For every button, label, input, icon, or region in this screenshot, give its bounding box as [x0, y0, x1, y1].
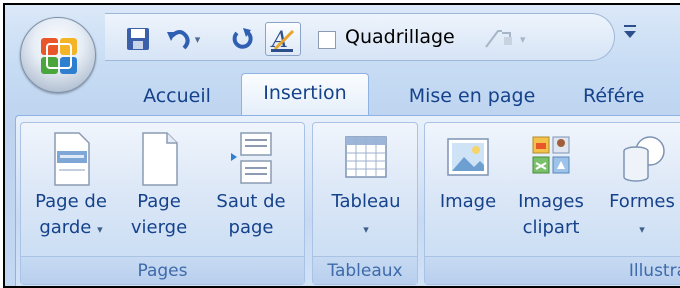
tab-insertion[interactable]: Insertion [241, 73, 369, 117]
shapes-label: Formes [609, 191, 675, 212]
disabled-tool-button: ▾ [482, 26, 540, 52]
text-format-icon: A [270, 28, 295, 53]
ribbon-panel: Page de garde ▾ Page vierge Saut de page… [15, 115, 680, 286]
customize-qat-button[interactable] [620, 19, 640, 45]
save-icon [127, 28, 149, 50]
group-illustrations-label: Illustra [425, 256, 680, 284]
table-icon [345, 136, 387, 178]
page-break-label-line1: Saut de [216, 191, 286, 212]
clipart-icon [532, 136, 570, 174]
text-format-button[interactable]: A [265, 22, 301, 56]
tab-accueil[interactable]: Accueil [125, 77, 229, 117]
grid-checkbox[interactable] [318, 31, 336, 49]
tab-references[interactable]: Référe [583, 77, 680, 117]
clipart-button[interactable]: Images clipart [509, 129, 593, 241]
shapes-button[interactable]: Formes ▾ [599, 129, 680, 243]
clipart-label-line2: clipart [522, 217, 580, 238]
blank-page-button[interactable]: Page vierge [121, 129, 197, 241]
chevron-down-icon [624, 25, 636, 38]
group-illustrations: Image Images clipart Formes ▾ Illustr [424, 122, 680, 285]
table-label: Tableau [331, 191, 401, 212]
group-tableaux-label: Tableaux [313, 256, 417, 284]
group-pages-label: Pages [21, 256, 304, 284]
word-window: ▾ A Quadrillage ▾ Accueil Insertion Mise… [3, 3, 680, 288]
table-dropdown-icon: ▾ [363, 223, 369, 236]
group-tableaux: Tableau ▾ Tableaux [312, 122, 418, 285]
undo-icon [166, 30, 190, 50]
ribbon-tabs: Accueil Insertion Mise en page Référe [5, 69, 680, 119]
undo-dropdown-icon[interactable]: ▾ [195, 33, 201, 46]
shapes-dropdown-icon: ▾ [639, 223, 645, 236]
page-break-button[interactable]: Saut de page [205, 129, 297, 241]
image-icon [447, 138, 489, 176]
align-icon [485, 30, 512, 48]
shapes-icon [623, 136, 665, 182]
tab-mise-en-page[interactable]: Mise en page [397, 77, 547, 117]
table-button[interactable]: Tableau ▾ [319, 129, 413, 243]
image-label: Image [439, 191, 497, 212]
blank-page-label-line1: Page [137, 191, 181, 212]
clipart-label-line1: Images [518, 191, 584, 212]
quick-access-toolbar: ▾ A Quadrillage ▾ [105, 13, 615, 61]
page-break-icon [231, 132, 272, 184]
undo-button[interactable]: ▾ [161, 22, 205, 56]
cover-page-button[interactable]: Page de garde ▾ [27, 129, 115, 243]
cover-page-dropdown-icon: ▾ [97, 223, 103, 236]
cover-page-icon [54, 132, 90, 186]
grid-checkbox-label: Quadrillage [345, 26, 455, 48]
redo-icon [232, 28, 253, 49]
save-button[interactable] [123, 22, 153, 56]
blank-page-icon [142, 132, 178, 186]
redo-button[interactable] [227, 22, 257, 56]
cover-page-label-line1: Page de [35, 191, 107, 212]
image-button[interactable]: Image [431, 129, 505, 215]
blank-page-label-line2: vierge [130, 217, 188, 238]
page-break-label-line2: page [228, 217, 274, 238]
cover-page-label-line2: garde [39, 217, 92, 238]
group-pages: Page de garde ▾ Page vierge Saut de page… [20, 122, 305, 285]
disabled-dropdown-icon: ▾ [520, 32, 526, 46]
